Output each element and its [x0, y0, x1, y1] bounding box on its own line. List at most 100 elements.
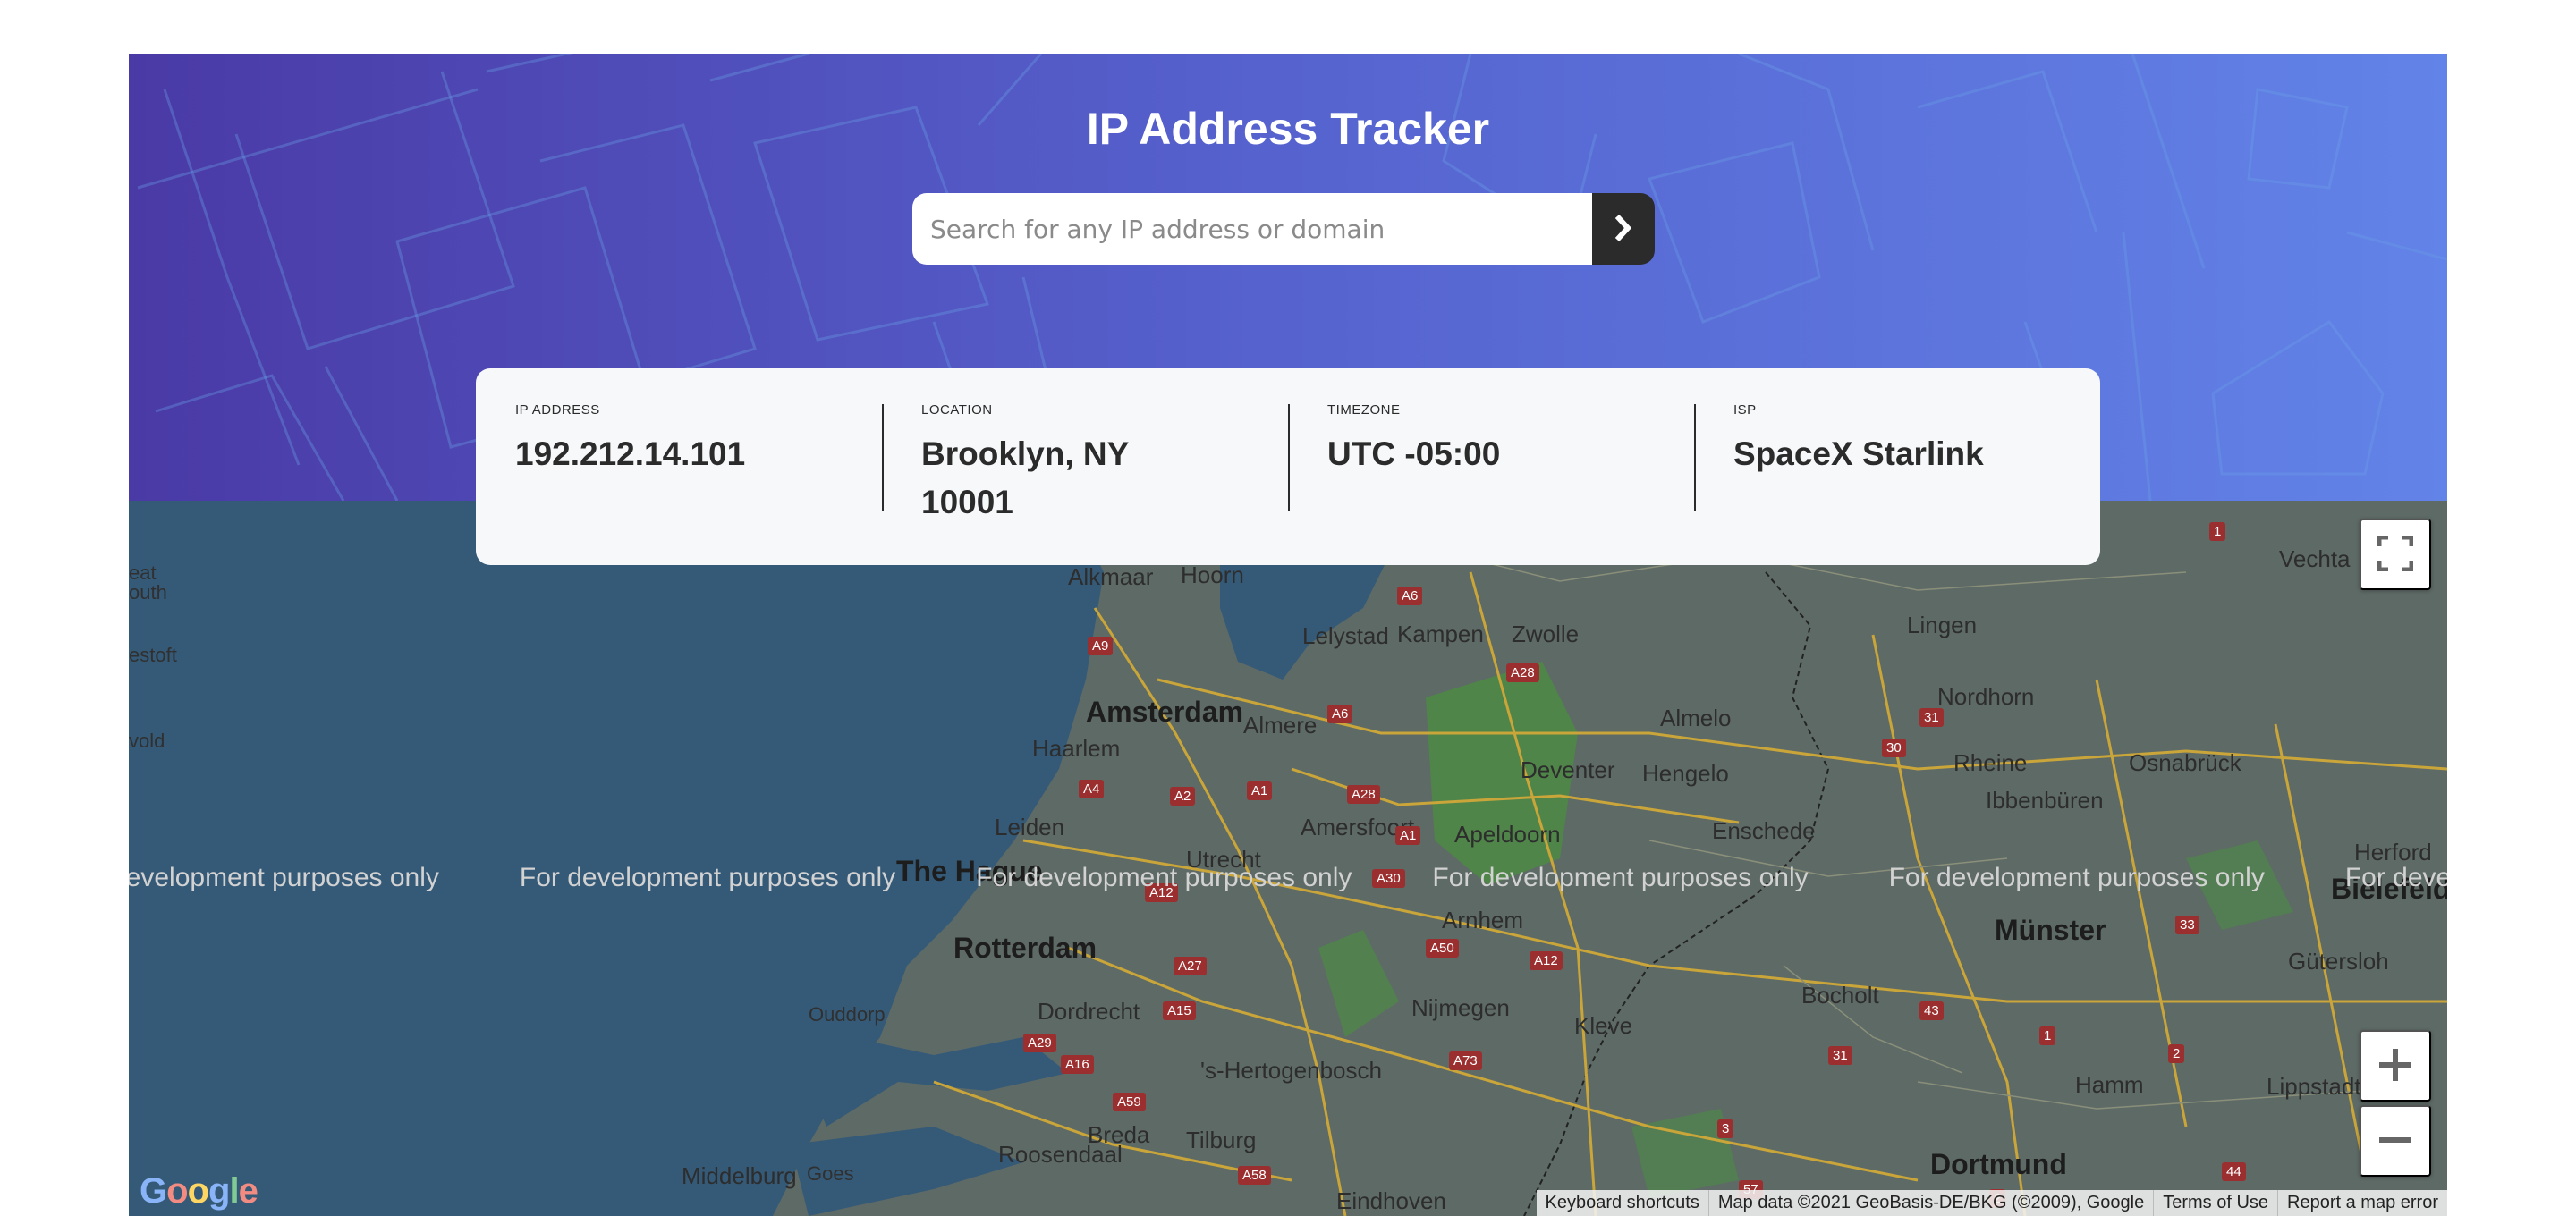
road-badge: A28: [1347, 785, 1380, 804]
road-badge: A29: [1023, 1034, 1056, 1052]
place-label: Lippstadt: [2267, 1073, 2361, 1100]
plus-icon: [2377, 1047, 2413, 1085]
road-badge: 2: [2168, 1044, 2185, 1063]
fullscreen-icon: [2377, 535, 2414, 574]
dev-watermark: For deve: [2344, 863, 2447, 892]
isp-section: ISP SpaceX Starlink: [1694, 402, 2100, 565]
place-label: Leiden: [995, 814, 1065, 840]
place-label: Tilburg: [1186, 1127, 1257, 1153]
keyboard-shortcuts-link[interactable]: Keyboard shortcuts: [1537, 1190, 1708, 1216]
place-label: Amsterdam: [1086, 696, 1244, 728]
map-data-credit: Map data ©2021 GeoBasis-DE/BKG (©2009), …: [1707, 1190, 2153, 1216]
page-title: IP Address Tracker: [1086, 104, 1490, 154]
ip-address-value: 192.212.14.101: [515, 435, 746, 472]
timezone-value: UTC -05:00: [1327, 435, 1501, 472]
ip-address-section: IP ADDRESS 192.212.14.101: [476, 402, 882, 565]
place-label: Roosendaal: [998, 1141, 1123, 1168]
road-badge: A1: [1395, 826, 1421, 845]
place-label: Haarlem: [1032, 735, 1121, 762]
place-label: estoft: [129, 644, 177, 666]
road-badge: A16: [1061, 1055, 1094, 1074]
place-label: Almelo: [1660, 705, 1732, 731]
dev-watermark: For development purposes only: [519, 863, 896, 892]
place-label: Enschede: [1712, 817, 1816, 844]
road-badge: A4: [1079, 780, 1105, 798]
minus-icon: [2377, 1122, 2413, 1161]
place-label: Dordrecht: [1038, 998, 1140, 1025]
road-badge: 33: [2175, 916, 2199, 934]
app-root: IP Address Tracker IP ADDRESS 192.212.14…: [129, 54, 2447, 1216]
place-label: Vechta: [2279, 545, 2351, 572]
place-label: Kampen: [1397, 621, 1484, 647]
isp-value: SpaceX Starlink: [1733, 435, 1984, 472]
road-badge: 31: [1828, 1046, 1852, 1065]
place-label: Hengelo: [1642, 760, 1729, 787]
place-label: Gütersloh: [2288, 948, 2389, 975]
place-label: Nordhorn: [1937, 683, 2035, 710]
road-badge: 3: [1717, 1119, 1734, 1138]
place-label: Kleve: [1574, 1012, 1633, 1039]
ip-address-label: IP ADDRESS: [515, 402, 600, 418]
road-badge: 1: [2209, 522, 2226, 541]
place-label: Deventer: [1521, 756, 1615, 783]
dev-watermark: For development purposes only: [976, 863, 1352, 892]
place-label: Bocholt: [1801, 982, 1879, 1009]
map-attribution: Keyboard shortcuts Map data ©2021 GeoBas…: [1536, 1190, 2447, 1216]
timezone-section: TIMEZONE UTC -05:00: [1288, 402, 1694, 565]
place-label: Apeldoorn: [1454, 821, 1561, 848]
road-badge: 44: [2222, 1162, 2246, 1181]
dev-watermark: For development purposes only: [1888, 863, 2265, 892]
place-label: Rheine: [1953, 749, 2028, 776]
zoom-in-button[interactable]: [2360, 1030, 2431, 1102]
location-section: LOCATION Brooklyn, NY 10001: [882, 402, 1288, 565]
road-badge: A6: [1397, 587, 1423, 605]
google-logo[interactable]: Google: [140, 1171, 258, 1212]
map-tiles[interactable]: [129, 501, 2447, 1216]
road-badge: 30: [1882, 739, 1906, 757]
place-label: 's-Hertogenbosch: [1200, 1057, 1382, 1084]
place-label: Goes: [807, 1162, 854, 1185]
road-badge: 43: [1919, 1001, 1944, 1020]
road-badge: A6: [1327, 705, 1353, 723]
place-label: Zwolle: [1512, 621, 1580, 647]
place-label: vold: [129, 730, 165, 752]
road-badge: A27: [1174, 957, 1207, 975]
road-badge: 1: [2039, 1026, 2056, 1045]
road-badge: A9: [1088, 637, 1114, 655]
place-label: Hoorn: [1181, 562, 1244, 588]
road-badge: A59: [1113, 1093, 1146, 1111]
chevron-right-icon: [1614, 214, 1633, 245]
search-submit-button[interactable]: [1592, 193, 1655, 265]
road-badge: A1: [1247, 781, 1273, 800]
location-label: LOCATION: [921, 402, 993, 418]
place-label: Almere: [1243, 712, 1318, 739]
map[interactable]: Amsterdam The Hague Rotterdam Münster Bi…: [129, 501, 2447, 1216]
report-map-error-link[interactable]: Report a map error: [2277, 1190, 2447, 1216]
place-label: Middelburg: [682, 1162, 797, 1189]
place-label: Hamm: [2075, 1071, 2144, 1098]
search-input[interactable]: [912, 193, 1592, 265]
road-badge: A2: [1170, 787, 1196, 806]
place-label: outh: [129, 581, 167, 604]
road-badge: A28: [1506, 663, 1539, 682]
place-label: Rotterdam: [953, 932, 1097, 964]
search-form: [912, 193, 1655, 265]
dev-watermark: development purposes only: [129, 863, 439, 892]
place-label: Eindhoven: [1336, 1187, 1446, 1214]
zoom-out-button[interactable]: [2360, 1105, 2431, 1177]
dev-watermark-row: development purposes only For developmen…: [129, 863, 2447, 893]
fullscreen-button[interactable]: [2360, 519, 2431, 590]
place-label: Lingen: [1907, 612, 1978, 638]
road-badge: A12: [1530, 951, 1563, 970]
dev-watermark: For development purposes only: [1432, 863, 1809, 892]
road-badge: 31: [1919, 708, 1944, 727]
place-label: Arnhem: [1442, 907, 1524, 933]
terms-of-use-link[interactable]: Terms of Use: [2153, 1190, 2277, 1216]
road-badge: A73: [1449, 1051, 1482, 1070]
location-value: Brooklyn, NY 10001: [921, 435, 1129, 520]
place-label: Lelystad: [1302, 622, 1389, 649]
place-label: Ibbenbüren: [1986, 787, 2104, 814]
timezone-label: TIMEZONE: [1327, 402, 1401, 418]
place-label: Nijmegen: [1411, 994, 1510, 1021]
place-label: Osnabrück: [2129, 749, 2241, 776]
